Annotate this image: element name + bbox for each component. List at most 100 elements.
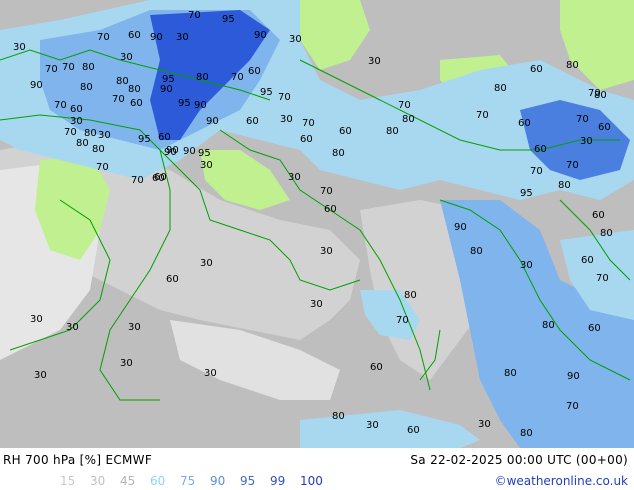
- contour-label: 95: [138, 134, 151, 145]
- contour-label: 30: [310, 299, 323, 310]
- contour-label: 80: [566, 60, 579, 71]
- contour-label: 70: [112, 94, 125, 105]
- contour-label: 90: [206, 116, 219, 127]
- contour-label: 80: [82, 62, 95, 73]
- contour-label: 60: [246, 116, 259, 127]
- contour-label: 70: [64, 127, 77, 138]
- contour-label: 60: [534, 144, 547, 155]
- contour-label: 70: [476, 110, 489, 121]
- contour-label: 30: [70, 116, 83, 127]
- legend-item-100: 100: [300, 474, 323, 488]
- contour-label: 60: [581, 255, 594, 266]
- map-datetime: Sa 22-02-2025 00:00 UTC (00+00): [410, 453, 628, 467]
- contour-label: 30: [13, 42, 26, 53]
- contour-label: 70: [45, 64, 58, 75]
- contour-label: 80: [80, 82, 93, 93]
- color-legend: 15 30 45 60 75 90 95 99 100: [60, 472, 330, 490]
- contour-label: 30: [320, 246, 333, 257]
- contour-label: 80: [332, 148, 345, 159]
- rh-map: 70 95 70 30 90 30 30 60 90 30 70 80 70 80 95 80 70 60 90 80…: [0, 0, 634, 448]
- contour-label: 95: [260, 87, 273, 98]
- contour-label: 60: [592, 210, 605, 221]
- contour-label: 70: [398, 100, 411, 111]
- map-canvas: 70 9570 30 90 303060 903070 807080 95 80 706090 80…: [0, 0, 634, 448]
- contour-label: 30: [366, 420, 379, 431]
- footer: RH 700 hPa [%] ECMWF Sa 22-02-2025 00:00…: [0, 448, 634, 490]
- contour-label: 30: [120, 358, 133, 369]
- contour-label: 95: [222, 14, 235, 25]
- contour-label: 80: [128, 84, 141, 95]
- contour-label: 60: [130, 98, 143, 109]
- contour-label: 70: [131, 175, 144, 186]
- contour-label: 90: [164, 147, 177, 158]
- contour-label: 70: [54, 100, 67, 111]
- contour-label: 30: [478, 419, 491, 430]
- contour-label: 90: [150, 32, 163, 43]
- contour-label: 30: [98, 130, 111, 141]
- contour-label: 60: [324, 204, 337, 215]
- contour-label: 70: [588, 88, 601, 99]
- contour-label: 70: [320, 186, 333, 197]
- contour-label: 60: [154, 172, 167, 183]
- contour-label: 80: [92, 144, 105, 155]
- contour-label: 30: [204, 368, 217, 379]
- legend-item-45: 45: [120, 474, 136, 488]
- contour-label: 70: [188, 10, 201, 21]
- contour-label: 80: [116, 76, 129, 87]
- contour-label: 60: [370, 362, 383, 373]
- contour-label: 70: [576, 114, 589, 125]
- legend-item-95: 95: [240, 474, 256, 488]
- contour-label: 30: [368, 56, 381, 67]
- contour-label: 80: [76, 138, 89, 149]
- contour-label: 90: [567, 371, 580, 382]
- contour-label: 30: [289, 34, 302, 45]
- contour-label: 70: [97, 32, 110, 43]
- contour-label: 60: [518, 118, 531, 129]
- legend-row: 15 30 45 60 75 90 95 99 100 ©weatheronline.co.uk: [0, 472, 634, 490]
- contour-label: 30: [520, 260, 533, 271]
- contour-label: 60: [300, 134, 313, 145]
- contour-label: 30: [280, 114, 293, 125]
- contour-label: 80: [404, 290, 417, 301]
- contour-label: 80: [402, 114, 415, 125]
- map-title: RH 700 hPa [%] ECMWF: [3, 453, 153, 467]
- contour-label: 80: [332, 411, 345, 422]
- contour-label: 70: [566, 160, 579, 171]
- contour-label: 70: [596, 273, 609, 284]
- contour-label: 60: [598, 122, 611, 133]
- contour-label: 90: [254, 30, 267, 41]
- legend-item-60: 60: [150, 474, 166, 488]
- contour-label: 95: [520, 188, 533, 199]
- contour-label: 70: [566, 401, 579, 412]
- contour-label: 60: [158, 132, 171, 143]
- contour-label: 60: [588, 323, 601, 334]
- contour-label: 80: [520, 428, 533, 439]
- contour-label: 30: [66, 322, 79, 333]
- contour-label: 90: [30, 80, 43, 91]
- contour-label: 90: [183, 146, 196, 157]
- contour-label: 80: [494, 83, 507, 94]
- contour-label: 60: [407, 425, 420, 436]
- contour-label: 70: [96, 162, 109, 173]
- contour-label: 95: [178, 98, 191, 109]
- contour-label: 80: [542, 320, 555, 331]
- contour-label: 70: [231, 72, 244, 83]
- legend-item-75: 75: [180, 474, 196, 488]
- contour-label: 95: [198, 148, 211, 159]
- contour-label: 30: [288, 172, 301, 183]
- contour-label: 70: [302, 118, 315, 129]
- title-row: RH 700 hPa [%] ECMWF Sa 22-02-2025 00:00…: [0, 451, 634, 469]
- contour-label: 80: [196, 72, 209, 83]
- contour-label: 60: [530, 64, 543, 75]
- credit-link[interactable]: ©weatheronline.co.uk: [495, 472, 628, 490]
- contour-label: 30: [120, 52, 133, 63]
- contour-label: 80: [558, 180, 571, 191]
- legend-item-15: 15: [60, 474, 76, 488]
- contour-label: 90: [194, 100, 207, 111]
- contour-label: 80: [600, 228, 613, 239]
- contour-label: 30: [200, 258, 213, 269]
- contour-label: 80: [470, 246, 483, 257]
- contour-label: 30: [176, 32, 189, 43]
- contour-label: 90: [454, 222, 467, 233]
- contour-label: 60: [339, 126, 352, 137]
